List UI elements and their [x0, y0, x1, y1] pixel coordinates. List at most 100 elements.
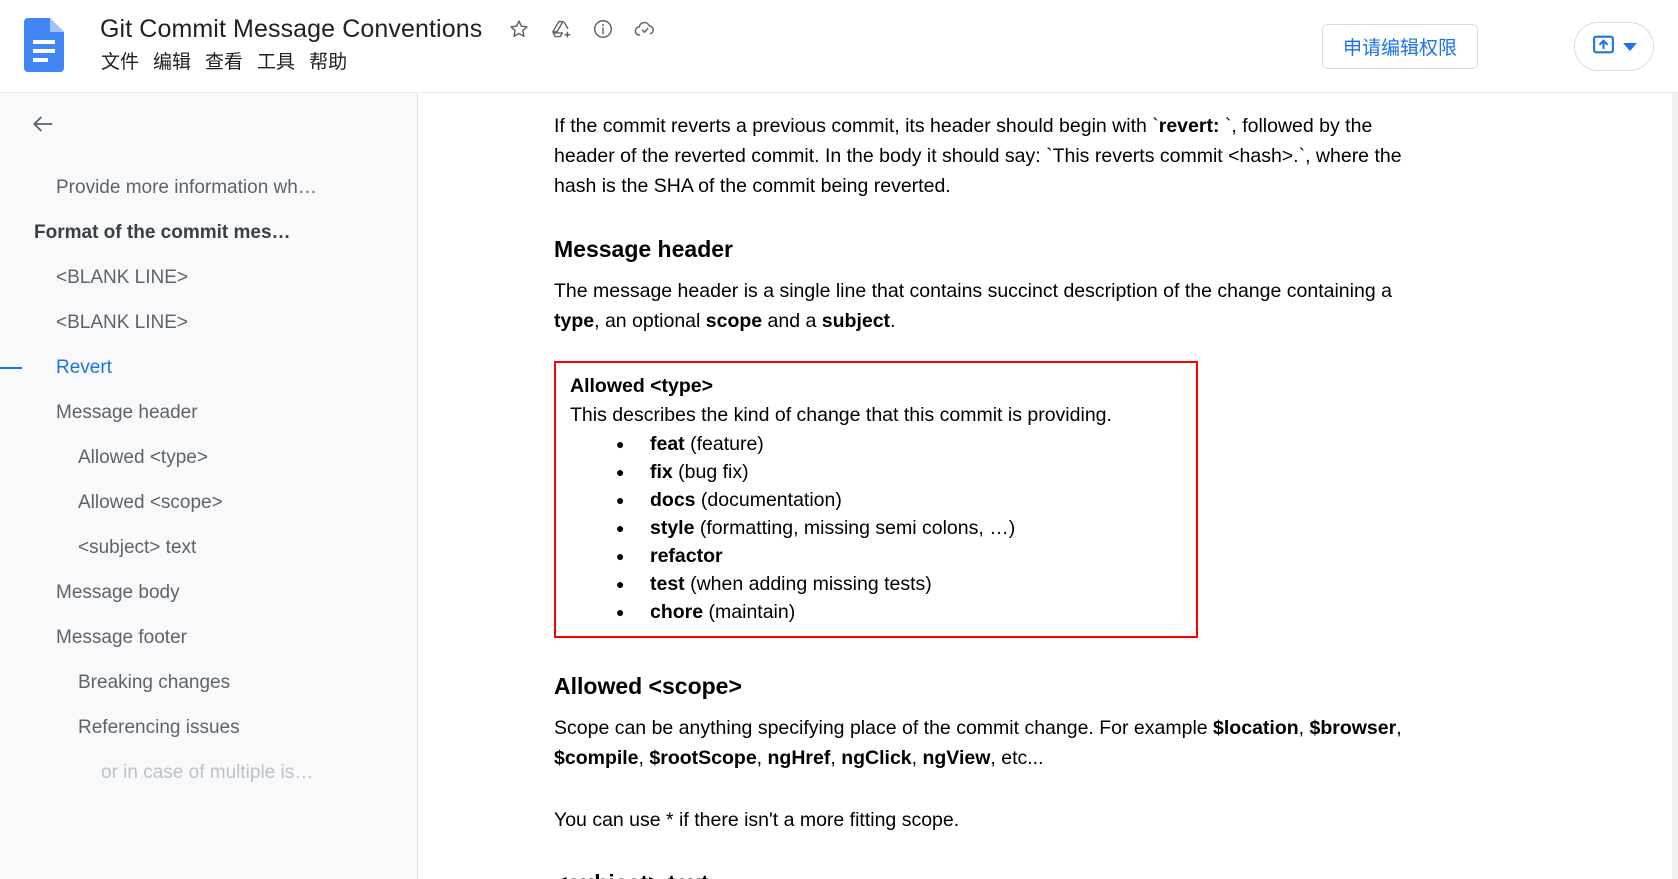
allowed-type-name: docs: [650, 489, 696, 511]
allowed-type-desc: (maintain): [703, 601, 796, 623]
menu-bar: 文件 编辑 查看 工具 帮助: [94, 48, 658, 78]
document-content-area[interactable]: If the commit reverts a previous commit,…: [419, 93, 1678, 879]
mh-part1: The message header is a single line that…: [554, 280, 1392, 302]
allowed-type-item: fix (bug fix): [616, 458, 1184, 486]
outline-item[interactable]: Format of the commit mes…: [0, 210, 417, 255]
star-icon[interactable]: [506, 16, 532, 42]
allowed-type-desc: (when adding missing tests): [684, 573, 932, 595]
cloud-saved-icon[interactable]: [632, 16, 658, 42]
outline-item[interactable]: Allowed <scope>: [0, 480, 417, 525]
allowed-type-item: test (when adding missing tests): [616, 570, 1184, 598]
sc-part4: ,: [638, 747, 650, 769]
top-bar: Git Commit Message Conventions 文件 编辑 查看 …: [0, 0, 1678, 93]
document-title[interactable]: Git Commit Message Conventions: [100, 12, 482, 46]
sc-part1: Scope can be anything specifying place o…: [554, 717, 1214, 739]
allowed-type-description: This describes the kind of change that t…: [570, 404, 1112, 426]
menu-help[interactable]: 帮助: [302, 48, 354, 78]
outline-item[interactable]: Revert: [0, 345, 417, 390]
allowed-type-desc: (bug fix): [672, 461, 749, 483]
allowed-type-item: chore (maintain): [616, 598, 1184, 626]
allowed-type-highlight-box: Allowed <type> This describes the kind o…: [554, 361, 1198, 638]
outline-item-label: Breaking changes: [78, 671, 231, 693]
outline-item[interactable]: Provide more information wh…: [0, 165, 417, 210]
allowed-type-list: feat (feature)fix (bug fix)docs (documen…: [570, 430, 1184, 626]
outline-item[interactable]: Allowed <type>: [0, 435, 417, 480]
sc-part3: ,: [1396, 717, 1402, 739]
outline-item[interactable]: <BLANK LINE>: [0, 300, 417, 345]
outline-item-label: Message body: [56, 581, 180, 603]
allowed-type-item: style (formatting, missing semi colons, …: [616, 514, 1184, 542]
allowed-type-name: fix: [650, 461, 673, 483]
allowed-type-item: feat (feature): [616, 430, 1184, 458]
mh-bold-subject: subject: [821, 310, 891, 332]
mh-bold-type: type: [554, 310, 595, 332]
allowed-type-name: chore: [650, 601, 704, 623]
allowed-type-item: refactor: [616, 542, 1184, 570]
document-outline-sidebar: Provide more information wh… Format of th…: [0, 93, 418, 879]
outline-item-label: Message header: [56, 401, 198, 423]
back-arrow-icon[interactable]: [26, 107, 60, 141]
allowed-scope-heading: Allowed <scope>: [554, 673, 742, 699]
sc-bold-rootscope: $rootScope: [649, 747, 757, 769]
share-upload-icon: [1591, 32, 1616, 62]
outline-active-indicator: [0, 366, 22, 369]
sc-bold-ngclick: ngClick: [841, 747, 912, 769]
docs-viewer-window: Git Commit Message Conventions 文件 编辑 查看 …: [0, 0, 1678, 879]
outline-item[interactable]: Breaking changes: [0, 660, 417, 705]
outline-item[interactable]: or in case of multiple is…: [0, 750, 417, 795]
outline-item-label: Allowed <type>: [78, 446, 208, 468]
allowed-type-heading: Allowed <type>: [570, 375, 714, 397]
document-page: If the commit reverts a previous commit,…: [419, 93, 1678, 879]
outline-item-label: <subject> text: [78, 536, 197, 558]
mh-part2: , an optional: [594, 310, 706, 332]
revert-paragraph-part1: If the commit reverts a previous commit,…: [554, 115, 1159, 137]
mh-bold-scope: scope: [705, 310, 763, 332]
allowed-scope-paragraph: Scope can be anything specifying place o…: [554, 713, 1420, 773]
info-icon[interactable]: [590, 16, 616, 42]
sc-part8: , etc...: [990, 747, 1044, 769]
menu-file[interactable]: 文件: [94, 48, 146, 78]
menu-view[interactable]: 查看: [198, 48, 250, 78]
subject-text-heading: <subject> text: [554, 868, 1678, 879]
wildcard-scope-paragraph: You can use * if there isn't a more fitt…: [554, 809, 960, 831]
revert-keyword: revert:: [1158, 115, 1225, 137]
outline-item[interactable]: Message body: [0, 570, 417, 615]
outline-item[interactable]: Message footer: [0, 615, 417, 660]
outline-item-label: Format of the commit mes…: [34, 221, 291, 243]
allowed-type-name: test: [650, 573, 685, 595]
outline-item-label: Referencing issues: [78, 716, 240, 738]
request-edit-access-button[interactable]: 申请编辑权限: [1321, 24, 1478, 69]
message-header-heading: Message header: [554, 236, 733, 262]
sc-bold-compile: $compile: [554, 747, 639, 769]
outline-item[interactable]: <BLANK LINE>: [0, 255, 417, 300]
outline-item-label: <BLANK LINE>: [56, 266, 189, 288]
menu-tools[interactable]: 工具: [250, 48, 302, 78]
outline-item[interactable]: Message header: [0, 390, 417, 435]
move-to-drive-icon[interactable]: [548, 16, 574, 42]
revert-paragraph: If the commit reverts a previous commit,…: [554, 111, 1420, 201]
message-header-paragraph: The message header is a single line that…: [554, 276, 1420, 336]
outline-item-label: Message footer: [56, 626, 187, 648]
menu-edit[interactable]: 编辑: [146, 48, 198, 78]
outline-item-label: Allowed <scope>: [78, 491, 223, 513]
sc-bold-ngview: ngView: [922, 747, 991, 769]
outline-item-label: <BLANK LINE>: [56, 311, 189, 333]
mh-part3: and a: [762, 310, 822, 332]
sc-part5: ,: [756, 747, 768, 769]
sc-part7: ,: [911, 747, 923, 769]
mh-part4: .: [890, 310, 896, 332]
allowed-type-name: feat: [650, 433, 685, 455]
sc-bold-location: $location: [1213, 717, 1299, 739]
allowed-type-name: style: [650, 517, 695, 539]
outline-item-label: or in case of multiple is…: [101, 761, 314, 783]
outline-item[interactable]: Referencing issues: [0, 705, 417, 750]
document-scrollbar[interactable]: [1672, 93, 1678, 879]
outline-header: [0, 93, 417, 155]
allowed-type-item: docs (documentation): [616, 486, 1184, 514]
sc-bold-nghref: ngHref: [767, 747, 831, 769]
title-icon-group: [506, 16, 658, 42]
sc-part2: ,: [1298, 717, 1310, 739]
share-button[interactable]: [1574, 22, 1654, 71]
sc-bold-browser: $browser: [1309, 717, 1397, 739]
outline-item[interactable]: <subject> text: [0, 525, 417, 570]
